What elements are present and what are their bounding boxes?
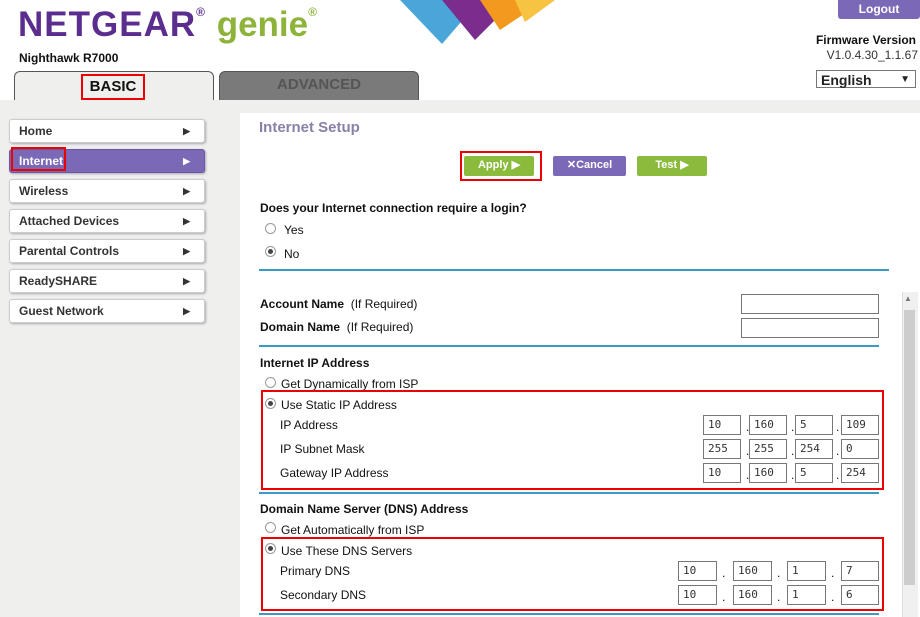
tab-band: [0, 100, 920, 113]
language-value: English: [821, 72, 872, 88]
arrow-right-icon: ▶: [183, 216, 190, 226]
sidebar-item-attached-devices[interactable]: Attached Devices ▶: [9, 209, 205, 233]
page-title: Internet Setup: [259, 119, 360, 136]
login-yes-radio[interactable]: [265, 223, 276, 234]
divider: [259, 269, 889, 271]
logout-button[interactable]: Logout: [838, 0, 920, 19]
sidebar-item-readyshare[interactable]: ReadySHARE ▶: [9, 269, 205, 293]
sidebar-item-wireless[interactable]: Wireless ▶: [9, 179, 205, 203]
divider: [259, 492, 879, 494]
cancel-button[interactable]: ✕Cancel: [553, 156, 626, 176]
scrollbar-thumb[interactable]: [904, 310, 915, 585]
arrow-right-icon: ▶: [183, 306, 190, 316]
tab-advanced-label: ADVANCED: [277, 76, 361, 93]
highlight-box: [261, 390, 884, 490]
ip-dynamic-label: Get Dynamically from ISP: [281, 377, 419, 391]
language-select[interactable]: English ▼: [816, 70, 916, 88]
highlight-box: [11, 147, 66, 171]
arrow-right-icon: ▶: [183, 246, 190, 256]
firmware-version: V1.0.4.30_1.1.67: [826, 48, 918, 62]
account-name-label: Account Name (If Required): [260, 297, 418, 311]
sidebar-item-parental-controls[interactable]: Parental Controls ▶: [9, 239, 205, 263]
netgear-genie-logo: NETGEAR® genie®: [18, 5, 318, 44]
model-name: Nighthawk R7000: [19, 51, 119, 65]
arrow-right-icon: ▶: [183, 276, 190, 286]
dns-auto-label: Get Automatically from ISP: [281, 523, 425, 537]
login-question: Does your Internet connection require a …: [260, 201, 527, 215]
tab-basic-label: BASIC: [81, 74, 145, 100]
domain-name-label: Domain Name (If Required): [260, 320, 414, 334]
highlight-box: [460, 151, 542, 181]
arrow-right-icon: ▶: [183, 126, 190, 136]
dropdown-arrow-icon: ▼: [900, 74, 910, 85]
dns-auto-radio[interactable]: [265, 522, 276, 533]
tab-basic[interactable]: BASIC: [14, 71, 214, 101]
firmware-label: Firmware Version: [815, 33, 916, 47]
divider: [259, 613, 879, 615]
domain-name-input[interactable]: [741, 318, 879, 338]
account-name-input[interactable]: [741, 294, 879, 314]
test-button[interactable]: Test ▶: [637, 156, 707, 176]
arrow-right-icon: ▶: [183, 186, 190, 196]
arrow-right-icon: ▶: [183, 156, 190, 166]
ip-dynamic-radio[interactable]: [265, 377, 276, 388]
divider: [259, 345, 879, 347]
scroll-up-icon[interactable]: ▲: [904, 294, 912, 303]
login-yes-label: Yes: [284, 223, 304, 237]
login-no-label: No: [284, 247, 300, 261]
sidebar-item-guest-network[interactable]: Guest Network ▶: [9, 299, 205, 323]
highlight-box: [261, 537, 884, 611]
logo-graphic: [350, 0, 555, 45]
login-no-radio[interactable]: [265, 246, 276, 257]
ip-section-title: Internet IP Address: [260, 356, 370, 370]
tab-advanced[interactable]: ADVANCED: [219, 71, 419, 101]
if-required-note: (If Required): [350, 297, 418, 311]
dns-section-title: Domain Name Server (DNS) Address: [260, 502, 469, 516]
sidebar-item-home[interactable]: Home ▶: [9, 119, 205, 143]
if-required-note: (If Required): [346, 320, 414, 334]
